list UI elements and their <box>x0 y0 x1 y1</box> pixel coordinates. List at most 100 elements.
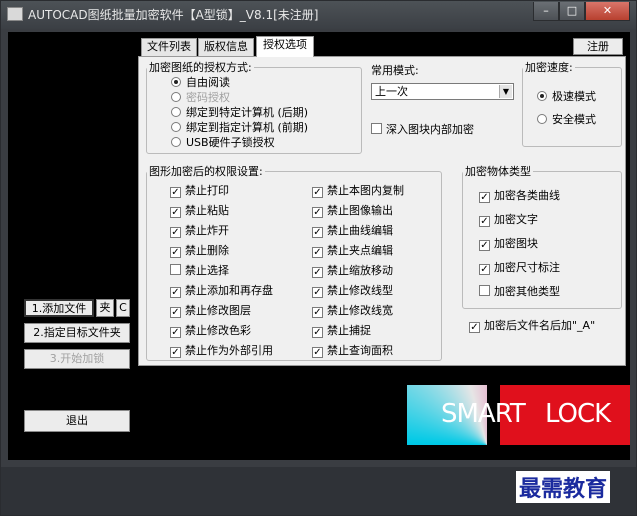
auth-method-legend: 加密图纸的授权方式: <box>149 61 252 74</box>
minimize-button[interactable]: – <box>533 2 559 21</box>
checkbox-item[interactable]: ✓ 禁止捕捉 <box>312 324 371 338</box>
radio-indicator[interactable] <box>171 122 181 132</box>
checkbox-label: 禁止本图内复制 <box>327 184 404 197</box>
checkbox-label: 禁止炸开 <box>185 224 229 237</box>
checkbox-item[interactable]: ✓ 禁止修改图层 <box>170 304 251 318</box>
checkbox-box[interactable]: ✓ <box>312 287 323 298</box>
checkbox-item[interactable]: ✓ 禁止查询面积 <box>312 344 393 358</box>
radio-indicator[interactable] <box>171 107 181 117</box>
checkbox-item[interactable]: ✓ 禁止曲线编辑 <box>312 224 393 238</box>
add-folder-button[interactable]: 夹 <box>96 299 114 317</box>
checkbox-box[interactable]: ✓ <box>312 347 323 358</box>
radio-safe-mode[interactable]: 安全模式 <box>537 113 596 127</box>
checkbox-item[interactable]: ✓ 禁止缩放移动 <box>312 264 393 278</box>
checkbox-box[interactable]: ✓ <box>479 192 490 203</box>
permissions-legend: 图形加密后的权限设置: <box>149 165 263 178</box>
radio-bind-early[interactable]: 绑定到指定计算机 (前期) <box>171 121 308 135</box>
checkbox-item[interactable]: 禁止选择 <box>170 264 229 278</box>
checkbox-box[interactable]: ✓ <box>312 247 323 258</box>
set-target-folder-button[interactable]: 2.指定目标文件夹 <box>24 323 130 343</box>
checkbox-item[interactable]: ✓ 禁止本图内复制 <box>312 184 404 198</box>
checkbox-box[interactable]: ✓ <box>312 227 323 238</box>
radio-indicator[interactable] <box>171 137 181 147</box>
checkbox-box[interactable] <box>170 264 181 275</box>
checkbox-box[interactable]: ✓ <box>170 347 181 358</box>
radio-bind-late[interactable]: 绑定到特定计算机 (后期) <box>171 106 308 120</box>
checkbox-box[interactable]: ✓ <box>312 267 323 278</box>
radio-label: 自由阅读 <box>186 76 230 89</box>
app-window: AUTOCAD图纸批量加密软件【A型锁】_V8.1[未注册] – □ ✕ 文件列… <box>0 0 637 516</box>
tab-file-list[interactable]: 文件列表 <box>141 38 197 56</box>
checkbox-box[interactable]: ✓ <box>170 307 181 318</box>
checkbox-item[interactable]: ✓ 加密尺寸标注 <box>479 261 560 275</box>
checkbox-box[interactable]: ✓ <box>479 240 490 251</box>
logo-text-smart: SMART <box>441 399 526 429</box>
checkbox-box[interactable]: ✓ <box>312 207 323 218</box>
checkbox-box[interactable]: ✓ <box>170 207 181 218</box>
checkbox-item[interactable]: 加密其他类型 <box>479 285 560 299</box>
checkbox-box[interactable]: ✓ <box>312 307 323 318</box>
checkbox-box[interactable]: ✓ <box>312 327 323 338</box>
radio-label: 绑定到特定计算机 (后期) <box>186 106 309 119</box>
checkbox-box[interactable]: ✓ <box>170 327 181 338</box>
checkbox-box[interactable]: ✓ <box>170 247 181 258</box>
checkbox-item[interactable]: ✓ 禁止夹点编辑 <box>312 244 393 258</box>
checkbox-item[interactable]: ✓ 禁止修改色彩 <box>170 324 251 338</box>
checkbox-item[interactable]: ✓ 禁止打印 <box>170 184 229 198</box>
radio-label: 极速模式 <box>552 90 596 103</box>
checkbox-label: 加密图块 <box>494 237 538 250</box>
checkbox-item[interactable]: ✓ 加密图块 <box>479 237 538 251</box>
checkbox-box[interactable]: ✓ <box>469 322 480 333</box>
clear-button[interactable]: C <box>116 299 130 317</box>
start-encrypt-button[interactable]: 3.开始加锁 <box>24 349 130 369</box>
radio-indicator[interactable] <box>537 91 547 101</box>
checkbox-item[interactable]: ✓ 禁止修改线宽 <box>312 304 393 318</box>
checkbox-box[interactable]: ✓ <box>479 264 490 275</box>
radio-label: 安全模式 <box>552 113 596 126</box>
logo-text-lock: LOCK <box>545 399 611 429</box>
speed-legend: 加密速度: <box>525 61 573 74</box>
checkbox-box[interactable]: ✓ <box>479 216 490 227</box>
checkbox-item[interactable]: ✓ 禁止粘贴 <box>170 204 229 218</box>
checkbox-label: 禁止查询面积 <box>327 344 393 357</box>
rename-suffix-checkbox[interactable]: ✓ 加密后文件名后加"_A" <box>469 319 595 333</box>
add-files-button[interactable]: 1.添加文件 <box>24 299 94 317</box>
checkbox-item[interactable]: ✓ 加密文字 <box>479 213 538 227</box>
checkbox-box[interactable]: ✓ <box>312 187 323 198</box>
checkbox-box[interactable]: ✓ <box>170 187 181 198</box>
checkbox-item[interactable]: ✓ 加密各类曲线 <box>479 189 560 203</box>
checkbox-label: 禁止修改色彩 <box>185 324 251 337</box>
radio-label: 密码授权 <box>186 91 230 104</box>
chevron-down-icon[interactable]: ▼ <box>499 85 512 98</box>
checkbox-label: 禁止删除 <box>185 244 229 257</box>
radio-free-read[interactable]: 自由阅读 <box>171 76 230 90</box>
maximize-button[interactable]: □ <box>559 2 585 21</box>
checkbox-item[interactable]: ✓ 禁止添加和再存盘 <box>170 284 273 298</box>
checkbox-item[interactable]: ✓ 禁止炸开 <box>170 224 229 238</box>
checkbox-item[interactable]: ✓ 禁止图像输出 <box>312 204 393 218</box>
exit-button[interactable]: 退出 <box>24 410 130 432</box>
checkbox-item[interactable]: ✓ 禁止删除 <box>170 244 229 258</box>
radio-usb[interactable]: USB硬件子锁授权 <box>171 136 275 150</box>
common-mode-select[interactable]: 上一次 ▼ <box>371 83 514 100</box>
checkbox-label: 禁止修改图层 <box>185 304 251 317</box>
checkbox-label: 禁止修改线型 <box>327 284 393 297</box>
checkbox-box[interactable]: ✓ <box>170 227 181 238</box>
radio-password[interactable]: 密码授权 <box>171 91 230 105</box>
radio-indicator[interactable] <box>537 114 547 124</box>
radio-indicator[interactable] <box>171 92 181 102</box>
checkbox-label: 加密其他类型 <box>494 285 560 298</box>
close-button[interactable]: ✕ <box>585 2 630 21</box>
radio-indicator[interactable] <box>171 77 181 87</box>
checkbox-box[interactable]: ✓ <box>170 287 181 298</box>
checkbox-box[interactable] <box>371 123 382 134</box>
checkbox-item[interactable]: ✓ 禁止修改线型 <box>312 284 393 298</box>
register-button[interactable]: 注册 <box>573 38 623 55</box>
radio-fast-mode[interactable]: 极速模式 <box>537 90 596 104</box>
checkbox-item[interactable]: ✓ 禁止作为外部引用 <box>170 344 273 358</box>
deep-encrypt-checkbox[interactable]: 深入图块内部加密 <box>371 123 474 137</box>
tab-copyright-info[interactable]: 版权信息 <box>198 38 254 56</box>
checkbox-box[interactable] <box>479 285 490 296</box>
select-value: 上一次 <box>375 85 408 98</box>
tab-auth-options[interactable]: 授权选项 <box>256 36 314 57</box>
